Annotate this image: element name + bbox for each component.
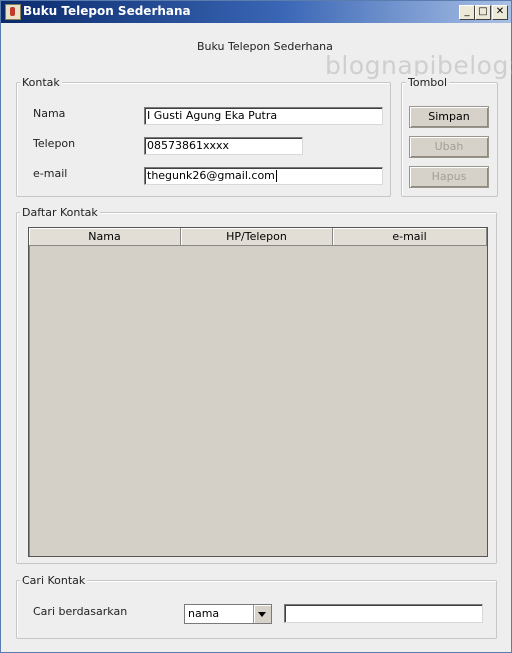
app-window: Buku Telepon Sederhana _ □ ✕ Buku Telepo… [0, 0, 512, 653]
simpan-button[interactable]: Simpan [409, 106, 489, 128]
column-header-nama[interactable]: Nama [29, 228, 181, 246]
java-app-icon [5, 4, 21, 20]
telepon-field[interactable]: 08573861xxxx [144, 137, 303, 155]
kontak-group-title: Kontak [20, 76, 62, 89]
search-field-combobox[interactable]: nama [184, 604, 272, 624]
telepon-label: Telepon [33, 137, 76, 150]
nama-field[interactable]: I Gusti Agung Eka Putra [144, 107, 383, 125]
ubah-button[interactable]: Ubah [409, 136, 489, 158]
tombol-group-title: Tombol [406, 76, 450, 89]
maximize-button[interactable]: □ [475, 5, 491, 20]
email-label: e-mail [33, 167, 68, 180]
email-field-text: thegunk26@gmail.com [147, 169, 275, 182]
email-field[interactable]: thegunk26@gmail.com [144, 167, 383, 185]
daftar-kontak-title: Daftar Kontak [20, 206, 100, 219]
text-caret [275, 170, 277, 182]
search-input[interactable] [284, 604, 483, 623]
cari-kontak-title: Cari Kontak [20, 574, 88, 587]
combobox-value: nama [188, 607, 220, 620]
header-title: Buku Telepon Sederhana [197, 40, 333, 53]
kontak-table[interactable]: Nama HP/Telepon e-mail [28, 227, 488, 557]
close-button[interactable]: ✕ [492, 5, 508, 20]
title-bar[interactable]: Buku Telepon Sederhana _ □ ✕ [1, 1, 511, 23]
column-header-email[interactable]: e-mail [333, 228, 487, 246]
hapus-button[interactable]: Hapus [409, 166, 489, 188]
window-title: Buku Telepon Sederhana [23, 4, 191, 18]
chevron-down-icon[interactable] [253, 605, 271, 623]
cari-berdasarkan-label: Cari berdasarkan [33, 605, 128, 618]
column-header-telepon[interactable]: HP/Telepon [181, 228, 333, 246]
nama-label: Nama [33, 107, 66, 120]
minimize-button[interactable]: _ [459, 5, 475, 20]
